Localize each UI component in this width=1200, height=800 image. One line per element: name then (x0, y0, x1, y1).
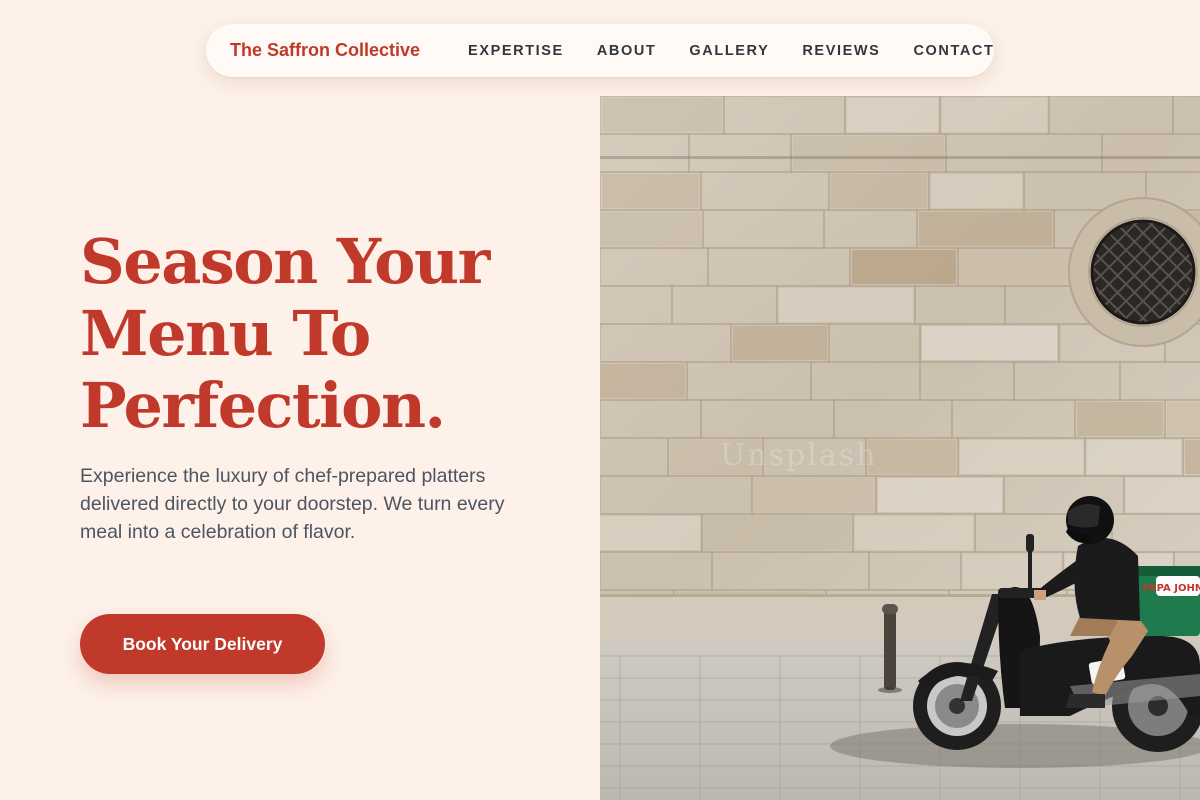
book-delivery-button[interactable]: Book Your Delivery (80, 614, 325, 674)
brand-logo-link[interactable]: The Saffron Collective (230, 40, 420, 61)
photo-watermark: Unsplash (720, 438, 878, 473)
box-logo-text: PAPA JOHN'S (1142, 583, 1200, 594)
hero-title-line: Season Your (80, 225, 490, 298)
hero-description: Experience the luxury of chef-prepared p… (80, 465, 505, 543)
nav-link-expertise[interactable]: EXPERTISE (468, 43, 564, 59)
hero-title-line: Menu To (80, 297, 371, 370)
hero-title-line: Perfection. (80, 369, 446, 442)
hero-delivery-photo: PAPA JOHN'S Unsplash (600, 96, 1200, 800)
nav-link-reviews[interactable]: REVIEWS (802, 43, 880, 59)
hero-title: Season Your Menu To Perfection. (80, 226, 580, 442)
nav-link-gallery[interactable]: GALLERY (689, 43, 769, 59)
nav-links: EXPERTISE ABOUT GALLERY REVIEWS CONTACT (468, 43, 994, 59)
top-nav: The Saffron Collective EXPERTISE ABOUT G… (206, 24, 994, 77)
nav-link-about[interactable]: ABOUT (597, 43, 657, 59)
nav-link-contact[interactable]: CONTACT (913, 43, 994, 59)
delivery-scooter-illustration: PAPA JOHN'S (600, 96, 1200, 800)
